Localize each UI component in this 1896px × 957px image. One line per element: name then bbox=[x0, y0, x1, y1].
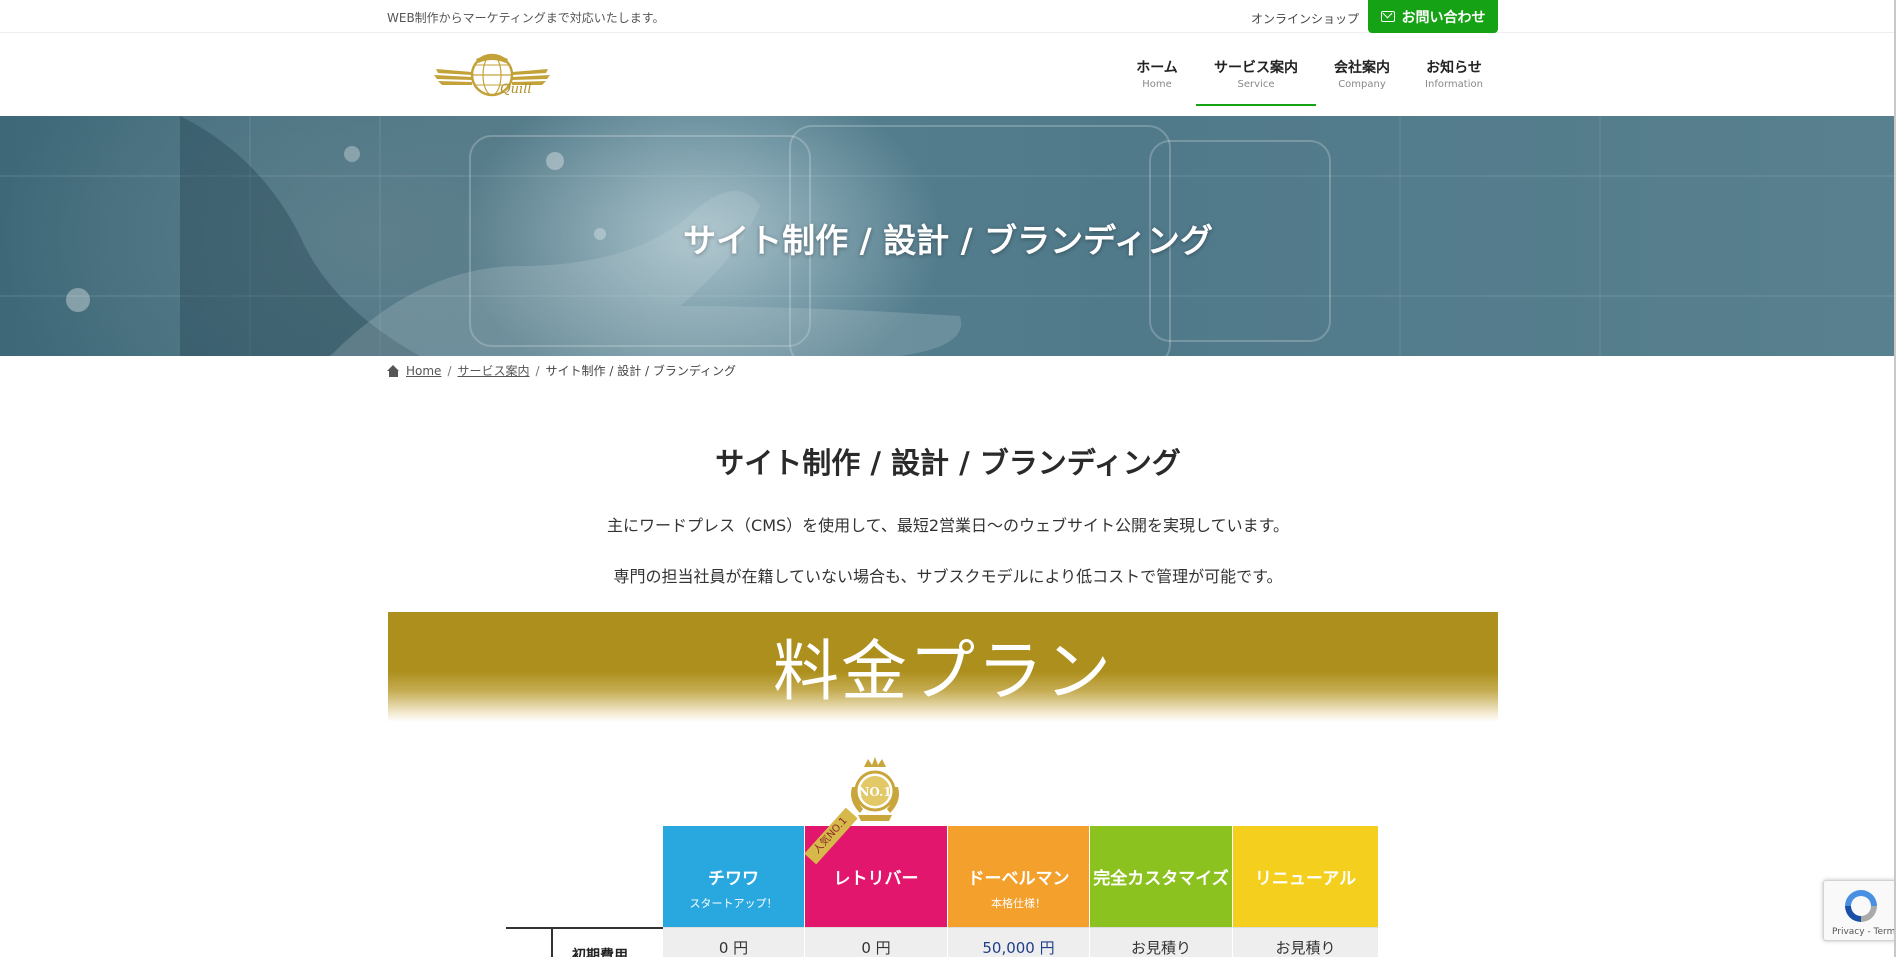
nav-home[interactable]: ホーム Home bbox=[1118, 33, 1196, 106]
top-bar: WEB制作からマーケティングまで対応いたします。 オンラインショップ お問い合わ… bbox=[0, 0, 1896, 33]
nav-home-label: ホーム bbox=[1136, 60, 1178, 76]
contact-button[interactable]: お問い合わせ bbox=[1368, 0, 1498, 33]
price-cell: 0 円 bbox=[805, 927, 948, 957]
nav-service[interactable]: サービス案内 Service bbox=[1196, 33, 1316, 106]
plan-header-chihuahua[interactable]: チワワ スタートアップ！ bbox=[663, 826, 805, 927]
pricing-banner: 料金プラン bbox=[388, 612, 1498, 722]
nav-home-sub: Home bbox=[1142, 79, 1172, 90]
nav-company-sub: Company bbox=[1338, 79, 1386, 90]
nav-company-label: 会社案内 bbox=[1334, 60, 1390, 76]
price-cell: お見積り bbox=[1090, 927, 1233, 957]
nav-service-sub: Service bbox=[1237, 79, 1275, 90]
plan-name: リニューアル bbox=[1254, 869, 1357, 889]
table-divider bbox=[551, 927, 553, 957]
online-shop-link[interactable]: オンラインショップ bbox=[1251, 10, 1359, 27]
nav-company[interactable]: 会社案内 Company bbox=[1316, 33, 1408, 106]
price-cell: 50,000 円 bbox=[948, 927, 1090, 957]
hero-banner: サイト制作 / 設計 / ブランディング bbox=[0, 116, 1896, 356]
breadcrumb-separator: / bbox=[535, 363, 540, 378]
main-nav: ホーム Home サービス案内 Service 会社案内 Company お知ら… bbox=[1118, 33, 1500, 116]
site-header: Quill ホーム Home サービス案内 Service 会社案内 Compa… bbox=[0, 33, 1896, 116]
price-cell: お見積り bbox=[1233, 927, 1379, 957]
recaptcha-badge[interactable]: Privacy - Terms bbox=[1823, 880, 1896, 941]
breadcrumb-separator: / bbox=[447, 363, 452, 378]
description-line-1: 主にワードプレス（CMS）を使用して、最短2営業日〜のウェブサイト公開を実現して… bbox=[607, 516, 1289, 535]
plan-name: レトリバー bbox=[833, 869, 919, 889]
nav-information-sub: Information bbox=[1425, 79, 1483, 90]
recaptcha-terms[interactable]: Privacy - Terms bbox=[1832, 927, 1896, 937]
plan-subtitle: 本格仕様！ bbox=[991, 897, 1046, 910]
price-cell: 0 円 bbox=[663, 927, 805, 957]
hero-title: サイト制作 / 設計 / ブランディング bbox=[683, 221, 1213, 260]
plan-header-doberman[interactable]: ドーベルマン 本格仕様！ bbox=[948, 826, 1090, 927]
breadcrumb-service[interactable]: サービス案内 bbox=[457, 362, 529, 379]
breadcrumb: Home / サービス案内 / サイト制作 / 設計 / ブランディング bbox=[387, 362, 736, 379]
plan-name: チワワ bbox=[708, 869, 759, 889]
home-icon bbox=[387, 364, 400, 377]
nav-service-label: サービス案内 bbox=[1214, 60, 1298, 76]
plan-name: ドーベルマン bbox=[967, 869, 1070, 889]
contact-button-label: お問い合わせ bbox=[1401, 9, 1486, 26]
plan-header-renewal[interactable]: リニューアル bbox=[1233, 826, 1379, 927]
site-tagline: WEB制作からマーケティングまで対応いたします。 bbox=[387, 11, 665, 25]
pricing-banner-title: 料金プラン bbox=[773, 633, 1113, 710]
breadcrumb-current: サイト制作 / 設計 / ブランディング bbox=[545, 364, 737, 378]
award-text: NO.1 bbox=[858, 785, 891, 799]
logo-text: Quill bbox=[500, 82, 532, 97]
plan-header-custom[interactable]: 完全カスタマイズ bbox=[1090, 826, 1233, 927]
company-logo[interactable]: Quill bbox=[432, 51, 552, 99]
nav-information-label: お知らせ bbox=[1426, 60, 1482, 76]
nav-information[interactable]: お知らせ Information bbox=[1408, 33, 1500, 106]
breadcrumb-home[interactable]: Home bbox=[406, 364, 441, 378]
row-label-initial-cost: 初期費用 bbox=[572, 948, 628, 957]
mail-icon bbox=[1380, 11, 1395, 22]
recaptcha-icon bbox=[1845, 890, 1877, 922]
page-title: サイト制作 / 設計 / ブランディング bbox=[715, 446, 1181, 480]
plan-subtitle: スタートアップ！ bbox=[689, 897, 778, 910]
plan-name: 完全カスタマイズ bbox=[1093, 869, 1229, 889]
description-line-2: 専門の担当社員が在籍していない場合も、サブスクモデルにより低コストで管理が可能で… bbox=[613, 567, 1283, 586]
